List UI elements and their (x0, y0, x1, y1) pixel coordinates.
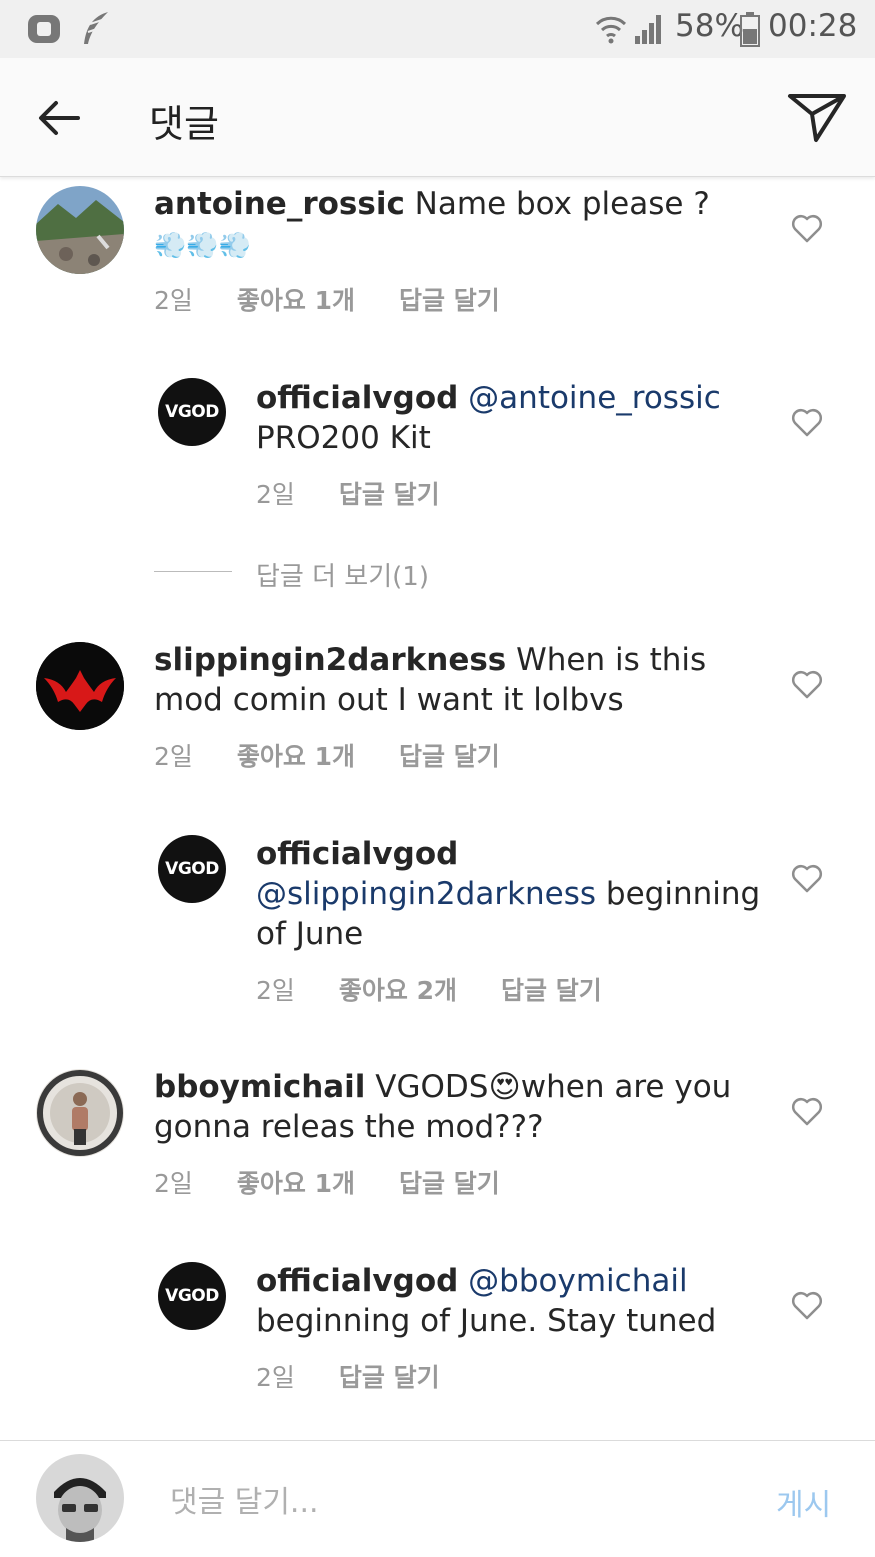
comment-time: 2일 (154, 286, 193, 315)
battery-percent: 58% (675, 8, 744, 44)
app-notification-icon (28, 15, 60, 43)
likes-count[interactable]: 좋아요 1개 (237, 1169, 355, 1198)
comment-time: 2일 (256, 976, 295, 1005)
heart-icon[interactable] (791, 669, 823, 699)
likes-count[interactable]: 좋아요 1개 (237, 286, 355, 315)
wifi-icon (595, 16, 627, 44)
signal-icon (635, 15, 661, 44)
comment-text: slippingin2darkness When is this mod com… (154, 642, 707, 718)
comment-time: 2일 (154, 1169, 193, 1198)
clock: 00:28 (768, 8, 858, 44)
reply-button[interactable]: 답글 달기 (339, 480, 440, 509)
avatar-officialvgod[interactable]: VGOD (158, 1262, 226, 1330)
avatar-slippingin2darkness[interactable] (36, 642, 124, 730)
comment-meta: 2일 좋아요 1개 답글 달기 (154, 737, 544, 773)
feather-notification-icon (84, 12, 108, 44)
comment-username[interactable]: officialvgod (256, 380, 458, 416)
comment-input[interactable] (168, 1476, 732, 1528)
dash-emoji: 💨💨💨 (154, 231, 252, 261)
mention-link[interactable]: @antoine_rossic (468, 380, 721, 416)
reply-button[interactable]: 답글 달기 (399, 1169, 500, 1198)
current-user-avatar (36, 1454, 124, 1542)
view-more-divider (154, 571, 232, 572)
send-icon[interactable] (786, 90, 848, 146)
comment-username[interactable]: antoine_rossic (154, 186, 405, 222)
comment-username[interactable]: bboymichail (154, 1069, 365, 1105)
avatar-officialvgod[interactable]: VGOD (158, 378, 226, 446)
page-title: 댓글 (149, 102, 219, 146)
mention-link[interactable]: @slippingin2darkness (256, 876, 596, 912)
reply-button[interactable]: 답글 달기 (501, 976, 602, 1005)
comment-text: officialvgod @bboymichail beginning of J… (256, 1263, 717, 1339)
reply-button[interactable]: 답글 달기 (399, 742, 500, 771)
comment-username[interactable]: officialvgod (256, 1263, 458, 1299)
avatar-bboymichail[interactable] (36, 1069, 124, 1157)
heart-icon[interactable] (791, 1096, 823, 1126)
comment-text: officialvgod @slippingin2darkness beginn… (256, 836, 761, 952)
reply-button[interactable]: 답글 달기 (399, 286, 500, 315)
comment-text: officialvgod @antoine_rossic PRO200 Kit (256, 380, 721, 456)
heart-icon[interactable] (791, 863, 823, 893)
likes-count[interactable]: 좋아요 1개 (237, 742, 355, 771)
comment-meta: 2일 답글 달기 (256, 475, 484, 511)
heart-icon[interactable] (791, 213, 823, 243)
likes-count[interactable]: 좋아요 2개 (339, 976, 457, 1005)
header-bar (0, 58, 875, 177)
status-bar: 58% 00:28 (0, 0, 875, 58)
battery-icon (740, 12, 760, 47)
comment-meta: 2일 좋아요 1개 답글 달기 (154, 1164, 544, 1200)
heart-icon[interactable] (791, 407, 823, 437)
view-more-replies-button[interactable]: 답글 더 보기(1) (256, 556, 429, 593)
mention-link[interactable]: @bboymichail (468, 1263, 687, 1299)
comment-text: bboymichail VGODS😍when are you gonna rel… (154, 1069, 732, 1145)
reply-button[interactable]: 답글 달기 (339, 1363, 440, 1392)
comment-time: 2일 (154, 742, 193, 771)
comment-meta: 2일 좋아요 2개 답글 달기 (256, 971, 646, 1007)
comment-meta: 2일 좋아요 1개 답글 달기 (154, 281, 544, 317)
post-button[interactable]: 게시 (776, 1480, 831, 1524)
comment-text: antoine_rossic Name box please ? 💨💨💨 (154, 186, 710, 261)
comment-username[interactable]: officialvgod (256, 836, 458, 872)
comment-time: 2일 (256, 1363, 295, 1392)
comment-meta: 2일 답글 달기 (256, 1358, 484, 1394)
comment-time: 2일 (256, 480, 295, 509)
heart-icon[interactable] (791, 1290, 823, 1320)
avatar-antoine-rossic[interactable] (36, 186, 124, 274)
back-arrow-icon[interactable] (36, 98, 82, 138)
avatar-officialvgod[interactable]: VGOD (158, 835, 226, 903)
comment-username[interactable]: slippingin2darkness (154, 642, 506, 678)
